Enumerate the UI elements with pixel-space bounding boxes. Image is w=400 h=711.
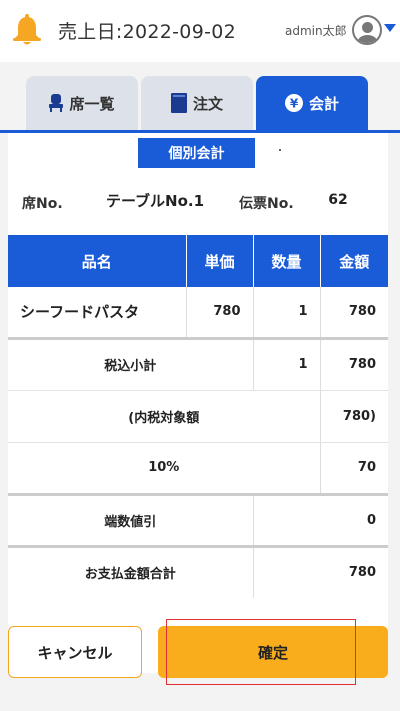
main-content: 席一覧 注文 ¥ 会計 個別会計 席No. テーブルNo.1 伝票No. 62 … bbox=[0, 62, 400, 711]
total-row: お支払金額合計 780 bbox=[8, 546, 388, 598]
subtotal-quantity: 1 bbox=[253, 338, 321, 391]
user-name[interactable]: admin太郎 bbox=[285, 22, 347, 39]
cancel-button[interactable]: キャンセル bbox=[8, 626, 142, 678]
column-header-item-name: 品名 bbox=[8, 235, 187, 287]
tab-bar: 席一覧 注文 ¥ 会計 bbox=[0, 62, 400, 134]
item-name: シーフードパスタ bbox=[8, 287, 187, 340]
dot-mark bbox=[279, 149, 281, 151]
tax-base-amount: 780) bbox=[320, 390, 388, 443]
table-header-row: 品名 単価 数量 金額 bbox=[8, 235, 388, 287]
yen-icon: ¥ bbox=[284, 94, 303, 112]
chair-icon bbox=[49, 94, 64, 112]
item-amount: 780 bbox=[320, 287, 388, 340]
avatar-icon[interactable] bbox=[352, 15, 382, 45]
confirm-button[interactable]: 確定 bbox=[158, 626, 388, 678]
tax-rate-label: 10% bbox=[8, 442, 321, 496]
rounding-label: 端数値引 bbox=[8, 494, 254, 548]
bell-icon[interactable] bbox=[12, 14, 42, 46]
column-header-amount: 金額 bbox=[320, 235, 388, 287]
tax-amount: 70 bbox=[320, 442, 388, 496]
total-amount: 780 bbox=[253, 546, 388, 598]
seat-label: 席No. bbox=[22, 196, 63, 212]
item-unit-price: 780 bbox=[186, 287, 254, 340]
svg-text:¥: ¥ bbox=[290, 97, 299, 111]
seat-value: テーブルNo.1 bbox=[88, 184, 222, 216]
subtotal-row: 税込小計 1 780 bbox=[8, 338, 388, 391]
subtotal-label: 税込小計 bbox=[8, 338, 254, 391]
tab-label: 席一覧 bbox=[69, 94, 115, 113]
bill-info-row: 席No. テーブルNo.1 伝票No. 62 bbox=[0, 184, 400, 218]
menu-book-icon bbox=[170, 93, 187, 113]
rounding-amount: 0 bbox=[253, 494, 388, 548]
sales-date: 売上日:2022-09-02 bbox=[58, 21, 237, 43]
tax-base-label: (内税対象額 bbox=[8, 390, 321, 443]
tab-seat-list[interactable]: 席一覧 bbox=[26, 76, 138, 130]
total-label: お支払金額合計 bbox=[8, 546, 254, 598]
table-row: シーフードパスタ 780 1 780 bbox=[8, 287, 388, 340]
tab-label: 注文 bbox=[192, 94, 223, 113]
tab-label: 会計 bbox=[308, 94, 339, 113]
split-bill-label: 個別会計 bbox=[138, 138, 255, 168]
item-quantity: 1 bbox=[253, 287, 321, 340]
tax-rate-row: 10% 70 bbox=[8, 442, 388, 496]
app-header: 売上日:2022-09-02 admin太郎 bbox=[0, 0, 400, 62]
column-header-quantity: 数量 bbox=[253, 235, 321, 287]
slip-label: 伝票No. bbox=[239, 196, 294, 212]
rounding-row: 端数値引 0 bbox=[8, 494, 388, 548]
chevron-down-icon[interactable] bbox=[384, 24, 396, 32]
tab-checkout[interactable]: ¥ 会計 bbox=[256, 76, 368, 130]
slip-value: 62 bbox=[305, 184, 371, 216]
tax-base-row: (内税対象額 780) bbox=[8, 390, 388, 443]
tab-order[interactable]: 注文 bbox=[141, 76, 253, 130]
column-header-unit-price: 単価 bbox=[186, 235, 254, 287]
bill-table: 品名 単価 数量 金額 シーフードパスタ 780 1 780 税込小計 1 78… bbox=[8, 235, 388, 598]
subtotal-amount: 780 bbox=[320, 338, 388, 391]
